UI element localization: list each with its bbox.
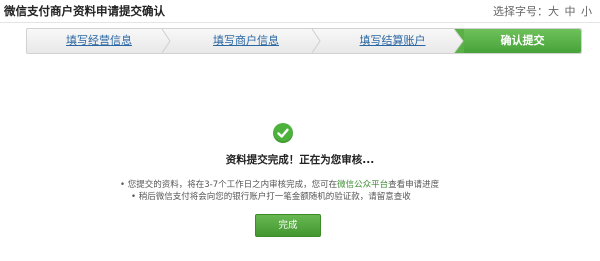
note-verification-payment: • 稍后微信支付将会向您的银行账户打一笔金额随机的验证款，请留意查收 bbox=[131, 192, 411, 202]
step-settlement-account-link[interactable]: 填写结算账户 bbox=[360, 34, 426, 47]
page-title: 微信支付商户资料申请提交确认 bbox=[4, 4, 165, 18]
font-size-label: 选择字号： bbox=[493, 5, 548, 18]
note-review-period: • 您提交的资料，将在3-7个工作日之内审核完成，您可在微信公众平台查看申请进度 bbox=[120, 179, 500, 191]
wechat-platform-link[interactable]: 微信公众平台 bbox=[337, 180, 388, 190]
notes-list: • 您提交的资料，将在3-7个工作日之内审核完成，您可在微信公众平台查看申请进度… bbox=[120, 179, 500, 203]
step-settlement-account[interactable]: 填写结算账户 bbox=[321, 29, 464, 53]
step-business-info[interactable]: 填写经营信息 bbox=[27, 29, 171, 53]
step-separator-icon bbox=[311, 29, 321, 53]
page-header: 微信支付商户资料申请提交确认 选择字号：大 中 小 bbox=[0, 0, 600, 23]
font-size-selector: 选择字号：大 中 小 bbox=[493, 3, 592, 19]
font-size-small[interactable]: 小 bbox=[581, 5, 592, 18]
progress-steps: 填写经营信息 填写商户信息 填写结算账户 确认提交 bbox=[26, 28, 582, 54]
note-review-suffix: 查看申请进度 bbox=[388, 180, 440, 190]
step-business-info-link[interactable]: 填写经营信息 bbox=[66, 34, 132, 47]
step-confirm-submit: 确认提交 bbox=[464, 29, 581, 53]
step-merchant-info-link[interactable]: 填写商户信息 bbox=[213, 34, 279, 47]
step-separator-icon bbox=[161, 29, 171, 53]
step-separator-icon bbox=[454, 29, 464, 53]
step-merchant-info[interactable]: 填写商户信息 bbox=[171, 29, 321, 53]
font-size-medium[interactable]: 中 bbox=[565, 5, 576, 18]
note-review-text: • 您提交的资料，将在3-7个工作日之内审核完成，您可在 bbox=[120, 180, 338, 190]
font-size-large[interactable]: 大 bbox=[548, 5, 559, 18]
check-circle-icon bbox=[273, 123, 293, 143]
submit-status-message: 资料提交完成！正在为您审核... bbox=[225, 154, 375, 166]
finish-button[interactable]: 完成 bbox=[255, 214, 321, 237]
